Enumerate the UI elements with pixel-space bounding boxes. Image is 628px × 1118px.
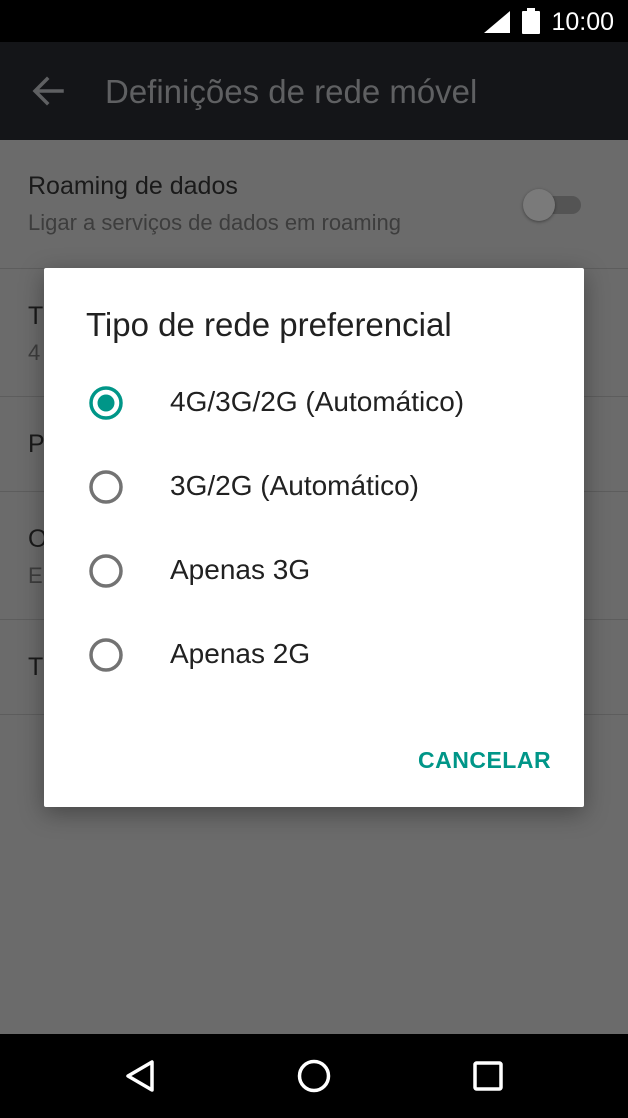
battery-icon — [522, 8, 540, 34]
option-label: Apenas 2G — [170, 638, 311, 669]
roaming-toggle[interactable] — [523, 189, 583, 221]
option-label: 4G/3G/2G (Automático) — [170, 386, 465, 417]
option-3g-2g[interactable]: 3G/2G (Automático) — [44, 445, 584, 529]
radio-selected-icon[interactable] — [88, 385, 124, 421]
toggle-thumb — [523, 189, 555, 221]
page-title: Definições de rede móvel — [105, 73, 478, 110]
status-time: 10:00 — [551, 8, 614, 36]
option-2g-only[interactable]: Apenas 2G — [44, 613, 584, 697]
app-bar: Definições de rede móvel — [0, 42, 628, 140]
option-label: Apenas 3G — [170, 554, 311, 585]
setting-row-5-title: T — [28, 653, 44, 681]
setting-network-type-subtitle: 4 — [28, 340, 41, 365]
setting-network-type-title: T — [28, 302, 44, 330]
setting-roaming-subtitle: Ligar a serviços de dados em roaming — [28, 210, 401, 235]
radio-unselected-icon[interactable] — [88, 469, 124, 505]
dialog-title: Tipo de rede preferencial — [86, 306, 452, 343]
square-recents-icon[interactable] — [468, 1056, 508, 1096]
arrow-left-icon[interactable] — [32, 76, 64, 106]
setting-roaming-title: Roaming de dados — [28, 172, 238, 200]
option-label: 3G/2G (Automático) — [170, 470, 419, 501]
radio-unselected-icon[interactable] — [88, 553, 124, 589]
setting-row-4-subtitle: E — [28, 563, 43, 588]
option-3g-only[interactable]: Apenas 3G — [44, 529, 584, 613]
setting-row-3-title: P — [28, 430, 45, 458]
status-bar: 10:00 — [0, 0, 628, 42]
radio-unselected-icon[interactable] — [88, 637, 124, 673]
option-4g-3g-2g[interactable]: 4G/3G/2G (Automático) — [44, 361, 584, 445]
network-type-dialog: Tipo de rede preferencial 4G/3G/2G (Auto… — [44, 268, 584, 807]
cancel-button[interactable]: CANCELAR — [418, 746, 551, 774]
navigation-bar — [0, 1034, 628, 1118]
cell-signal-icon — [484, 11, 510, 33]
circle-home-icon[interactable] — [294, 1056, 334, 1096]
triangle-back-icon[interactable] — [120, 1056, 160, 1096]
